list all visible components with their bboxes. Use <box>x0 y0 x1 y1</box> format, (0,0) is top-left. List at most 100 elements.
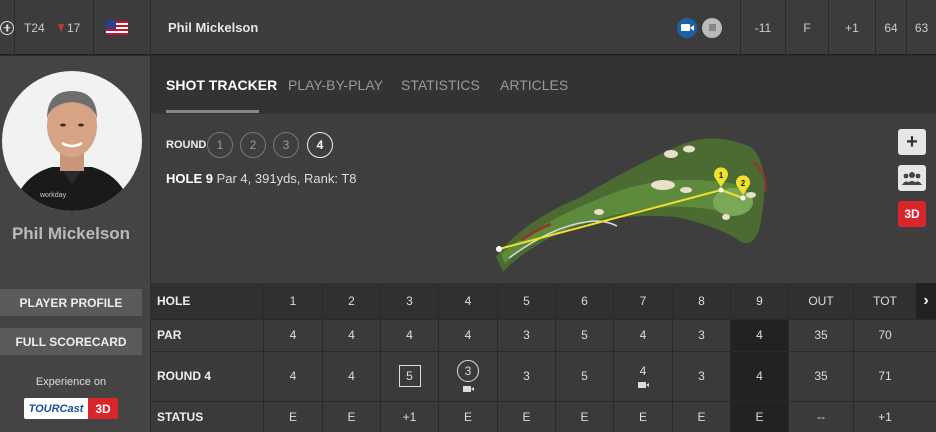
hole-number-cell: OUT <box>808 294 834 308</box>
status-cell: E <box>463 409 472 424</box>
score-value: 3 <box>457 360 479 382</box>
video-icon[interactable] <box>677 0 697 55</box>
status-cell: +1 <box>878 409 892 424</box>
arrow-down-icon <box>58 23 64 32</box>
status-cell: E <box>755 409 764 424</box>
score-cell: 3 <box>439 351 497 401</box>
par-cell: 4 <box>289 328 297 342</box>
score-value: 3 <box>698 369 705 383</box>
zoom-in-icon[interactable]: + <box>898 129 926 155</box>
row-label-hole: HOLE <box>157 294 191 308</box>
par-cell: 4 <box>348 328 355 342</box>
tab-articles[interactable]: ARTICLES <box>500 77 568 93</box>
score-cell: 5 <box>556 351 613 401</box>
today-score: +1 <box>845 20 859 35</box>
player-sidebar: workday Phil Mickelson PLAYER PROFILE FU… <box>0 56 150 432</box>
hole-info: HOLE 9 Par 4, 391yds, Rank: T8 <box>166 171 357 186</box>
scorecard-table: ^ HOLE 123456789OUTTOT PAR 4444354343570… <box>151 283 936 432</box>
status-cell: -- <box>817 409 825 424</box>
hole-number-cell: 4 <box>464 294 472 308</box>
tab-statistics[interactable]: STATISTICS <box>401 77 480 93</box>
score-cell: 4 <box>264 351 322 401</box>
par-cell: 4 <box>756 328 763 342</box>
stop-icon[interactable] <box>702 0 722 55</box>
table-row: ROUND 4 4 4 5 3 3 5 4 3 4 35 71 <box>151 351 936 401</box>
leaderboard-position: T24 <box>24 20 45 35</box>
par-cell: 70 <box>878 328 892 342</box>
shot-2-label: 2 <box>741 179 746 188</box>
par-cell: 5 <box>581 328 588 342</box>
score-value: 4 <box>348 369 355 383</box>
status-cell: E <box>288 409 297 424</box>
sidebar-player-name: Phil Mickelson <box>11 224 131 243</box>
active-tab-indicator <box>166 110 259 113</box>
tourcast-label: TOURCast <box>24 398 88 419</box>
view-3d-button[interactable]: 3D <box>898 201 926 227</box>
score-value: 5 <box>581 369 588 383</box>
hole-number-cell: 7 <box>639 294 647 308</box>
par-cell: 4 <box>639 328 647 342</box>
score-value: 5 <box>398 365 421 387</box>
status-cell: E <box>697 409 706 424</box>
hole-map[interactable]: 1 2 <box>491 122 781 272</box>
row-label-round: ROUND 4 <box>157 369 212 383</box>
usa-flag-icon <box>106 0 130 55</box>
shot-1-label: 1 <box>719 171 724 180</box>
status-cell: E <box>580 409 589 424</box>
round-score-b: 63 <box>914 20 929 35</box>
hole-number-cell: 3 <box>406 294 413 308</box>
score-cell: 4 <box>614 351 672 401</box>
tab-shot-tracker[interactable]: SHOT TRACKER <box>166 77 277 93</box>
round-4-button[interactable]: 4 <box>307 132 333 158</box>
player-name[interactable]: Phil Mickelson <box>168 0 258 55</box>
round-1-button[interactable]: 1 <box>207 132 233 158</box>
par-cell: 3 <box>523 328 530 342</box>
content-tabs: SHOT TRACKER PLAY-BY-PLAY STATISTICS ART… <box>151 56 936 114</box>
hole-number-cell: 8 <box>698 294 705 308</box>
video-icon[interactable] <box>637 382 649 388</box>
row-label-status: STATUS <box>157 409 204 424</box>
scoreboard-row: T24 17 Phil Mickelson -11 F +1 64 63 <box>0 0 936 55</box>
movement-value: 17 <box>67 20 81 35</box>
score-cell: 3 <box>498 351 555 401</box>
video-icon[interactable] <box>462 386 474 392</box>
add-favorite-icon[interactable] <box>0 0 14 55</box>
shot-tracker-panel: ROUND 1 2 3 4 HOLE 9 Par 4, 391yds, Rank… <box>151 114 936 283</box>
round-label: ROUND <box>166 139 207 151</box>
score-cell: 4 <box>323 351 380 401</box>
score-value: 71 <box>878 369 892 383</box>
score-cell: 5 <box>381 351 438 401</box>
par-cell: 3 <box>698 328 705 342</box>
group-icon[interactable] <box>898 165 926 191</box>
score-value: 35 <box>814 369 828 383</box>
tourcast-3d-label: 3D <box>88 398 118 419</box>
score-cell: 71 <box>854 351 916 401</box>
full-scorecard-button[interactable]: FULL SCORECARD <box>0 328 142 355</box>
tab-play-by-play[interactable]: PLAY-BY-PLAY <box>288 77 383 93</box>
round-3-button[interactable]: 3 <box>273 132 299 158</box>
score-value: 4 <box>639 364 647 378</box>
row-label-par: PAR <box>157 328 182 342</box>
to-par: -11 <box>754 20 772 35</box>
hole-number-cell: 2 <box>348 294 355 308</box>
hole-number-cell: 5 <box>523 294 530 308</box>
round-score-a: 64 <box>884 20 898 35</box>
hole-number-cell: 9 <box>756 294 763 308</box>
status-cell: E <box>347 409 356 424</box>
table-row: PAR 4 4 4 4 3 5 4 3 4 35 70 <box>151 319 936 351</box>
score-cell: 4 <box>731 351 788 401</box>
round-2-button[interactable]: 2 <box>240 132 266 158</box>
score-value: 4 <box>756 369 763 383</box>
player-profile-button[interactable]: PLAYER PROFILE <box>0 289 142 316</box>
hole-number-cell: 1 <box>289 294 297 308</box>
player-avatar: workday <box>2 71 142 211</box>
next-holes-chevron-icon[interactable]: › <box>916 283 936 319</box>
hole-title: HOLE 9 <box>166 171 213 186</box>
par-cell: 35 <box>814 328 828 342</box>
table-row: STATUS E E +1 E E E E E E -- +1 <box>151 401 936 432</box>
hole-details: Par 4, 391yds, Rank: T8 <box>216 171 357 186</box>
status-cell: E <box>638 409 647 424</box>
tourcast-3d-button[interactable]: TOURCast 3D <box>24 398 118 419</box>
table-row: HOLE 1 2 3 4 5 6 7 8 9 OUT TOT <box>151 283 936 319</box>
status-cell: +1 <box>402 409 417 424</box>
